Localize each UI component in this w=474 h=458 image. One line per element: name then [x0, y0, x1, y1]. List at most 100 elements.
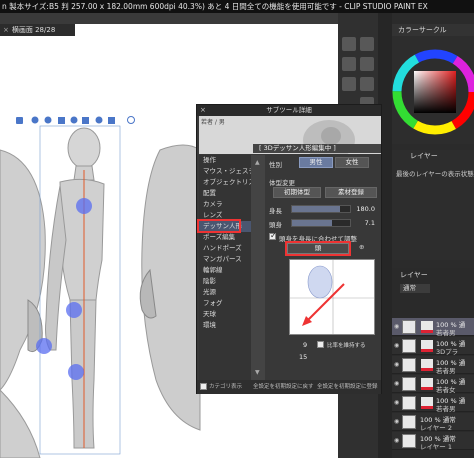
palette-item[interactable] [342, 77, 356, 91]
layer-thumbnail [402, 415, 416, 429]
palette-item[interactable] [360, 77, 374, 91]
tab-layer-property[interactable]: レイヤー [410, 150, 438, 162]
category-item[interactable]: ハンドポーズ [199, 243, 251, 254]
palette-item[interactable] [342, 57, 356, 71]
category-item[interactable]: オブジェクトリスト [199, 177, 262, 188]
category-item[interactable]: カメラ [199, 199, 251, 210]
close-icon[interactable]: × [200, 105, 206, 116]
3d-layer-icon [421, 378, 433, 390]
layer-property-panel [392, 150, 474, 260]
female-label: 女性 [345, 158, 359, 166]
head-ratio-slider-fill [292, 220, 332, 226]
category-item[interactable]: 陰影 [199, 276, 251, 287]
settings-icon[interactable]: ⊕ [359, 243, 364, 251]
eye-icon[interactable]: ◉ [394, 323, 401, 330]
category-toggle-checkbox[interactable] [200, 383, 207, 390]
layer-row[interactable]: ◉ 100 % 通 若者男 [392, 318, 474, 337]
category-item[interactable]: 天球 [199, 309, 251, 320]
tab-canvas[interactable]: × 横画面 28/28 [0, 24, 75, 36]
eye-icon[interactable]: ◉ [394, 342, 401, 349]
keep-ratio-checkbox[interactable] [317, 341, 324, 348]
blend-mode-select[interactable]: 通常 [400, 284, 430, 293]
layer-row[interactable]: ◉ 100 % 通 若者男 [392, 356, 474, 375]
male-button[interactable]: 男性 [299, 157, 333, 168]
layer-name: 若者男 [436, 405, 456, 413]
category-item[interactable]: マウス・ジェスチャー [199, 166, 268, 177]
palette-item[interactable] [360, 57, 374, 71]
height-slider[interactable] [291, 205, 351, 213]
layer-name: レイヤー 2 [420, 424, 453, 432]
palette-item[interactable] [360, 37, 374, 51]
category-item[interactable]: 光源 [199, 287, 251, 298]
category-item[interactable]: フォグ [199, 298, 251, 309]
layer-visibility-label: 最後のレイヤーの表示状態 [396, 170, 474, 178]
3d-layer-icon [421, 397, 433, 409]
3d-layer-icon [421, 340, 433, 352]
initial-body-label: 初期体型 [284, 188, 310, 196]
height-label: 身長 [269, 207, 282, 215]
body-change-label: 体型変更 [269, 179, 295, 187]
window-title: n 製本サイズ:B5 判 257.00 x 182.00mm 600dpi 40… [0, 0, 474, 13]
category-item[interactable]: 配置 [199, 188, 251, 199]
layer-thumbnail [402, 396, 416, 410]
register-material-button[interactable]: 素材登録 [325, 187, 377, 198]
canvas-toolbar [0, 13, 392, 24]
layer-row[interactable]: ◉ 100 % 通常 レイヤー 2 [392, 413, 474, 432]
category-scrollbar[interactable]: ▲ ▼ [251, 155, 265, 380]
category-item[interactable]: ポーズ編集 [199, 232, 251, 243]
reset-all-button[interactable]: 全設定を初期設定に戻す [253, 382, 314, 392]
3d-layer-icon [421, 321, 433, 333]
3d-layer-icon [421, 359, 433, 371]
layer-row[interactable]: ◉ 100 % 通 若者男 [392, 394, 474, 413]
color-wheel[interactable] [392, 24, 474, 144]
layer-thumbnail [402, 434, 416, 448]
eye-icon[interactable]: ◉ [394, 437, 401, 444]
keep-ratio-label: 比率を維持する [327, 343, 366, 349]
second-stepper-value[interactable]: 15 [299, 353, 307, 361]
eye-icon[interactable]: ◉ [394, 380, 401, 387]
female-button[interactable]: 女性 [335, 157, 369, 168]
body-shape-pad[interactable] [289, 259, 375, 335]
tab-layer[interactable]: レイヤー [400, 270, 428, 280]
tab-close-icon[interactable]: × [3, 26, 9, 34]
category-item[interactable]: 輪郭線 [199, 265, 251, 276]
layer-row[interactable]: ◉ 100 % 通 3Dプラ [392, 337, 474, 356]
layer-row[interactable]: ◉ 100 % 通常 レイヤー 1 [392, 432, 474, 451]
palette-item[interactable] [342, 37, 356, 51]
chevron-up-icon[interactable]: ▲ [255, 159, 260, 166]
layer-row[interactable]: ◉ 100 % 通 若者女 [392, 375, 474, 394]
layer-thumbnail [402, 377, 416, 391]
male-label: 男性 [309, 158, 323, 166]
initial-body-button[interactable]: 初期体型 [273, 187, 321, 198]
register-all-button[interactable]: 全設定を初期設定に登録 [317, 382, 378, 392]
height-slider-fill [292, 206, 340, 212]
head-ratio-label: 頭身 [269, 221, 282, 229]
layer-thumbnail [402, 339, 416, 353]
color-circle-panel [392, 24, 474, 144]
head-ratio-slider[interactable] [291, 219, 351, 227]
tab-label: 横画面 28/28 [11, 26, 56, 34]
category-item[interactable]: 操作 [199, 155, 251, 166]
head-ratio-value[interactable]: 7.1 [351, 219, 375, 227]
category-item[interactable]: 環境 [199, 320, 251, 331]
eye-icon[interactable]: ◉ [394, 399, 401, 406]
chevron-down-icon[interactable]: ▼ [255, 369, 260, 376]
color-circle-title[interactable]: カラーサークル [392, 24, 474, 36]
category-item[interactable]: マンガパース [199, 254, 251, 265]
category-highlight-box [197, 219, 241, 233]
layer-name: 若者男 [436, 329, 456, 337]
gender-label: 性別 [269, 161, 282, 169]
eye-icon[interactable]: ◉ [394, 418, 401, 425]
dialog-title[interactable]: サブツール詳細 [197, 105, 381, 116]
adjust-head-checkbox[interactable] [269, 231, 277, 240]
preview-label: 若者 / 男 [201, 119, 225, 126]
eye-icon[interactable]: ◉ [394, 361, 401, 368]
category-toggle-label[interactable]: カテゴリ表示 [209, 382, 242, 392]
dropdown-highlight-box [285, 241, 351, 256]
layer-thumbnail [402, 320, 416, 334]
settings-panel: 性別 男性 女性 体型変更 初期体型 素材登録 身長 180.0 頭身 7.1 … [265, 155, 381, 380]
height-value[interactable]: 180.0 [351, 205, 375, 213]
dialog-footer: カテゴリ表示 全設定を初期設定に戻す 全設定を初期設定に登録 [197, 380, 381, 394]
ratio-stepper-value[interactable]: 9 [303, 341, 307, 349]
layer-name: 若者男 [436, 367, 456, 375]
